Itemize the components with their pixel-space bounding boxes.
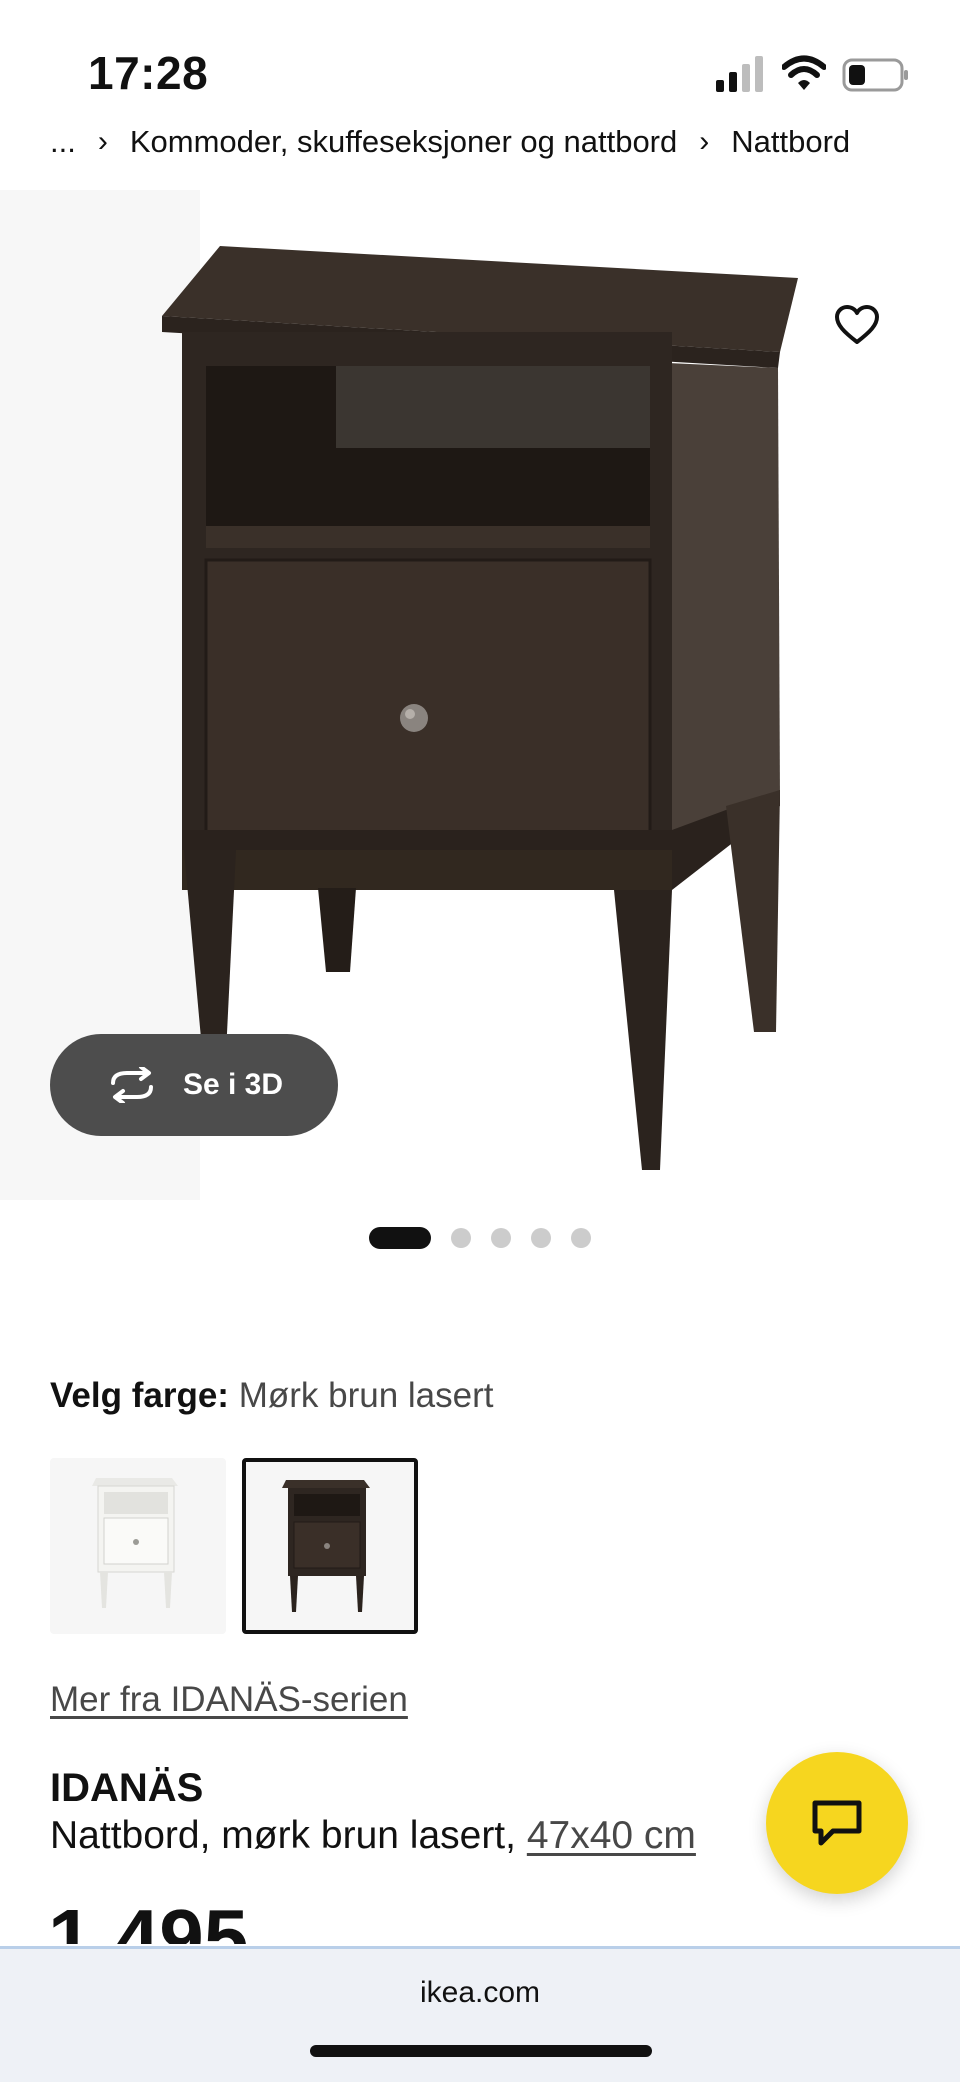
view-in-3d-label: Se i 3D: [182, 1068, 284, 1101]
product-name: IDANÄS: [50, 1766, 204, 1810]
color-select-value: Mørk brun lasert: [238, 1376, 494, 1415]
breadcrumb-ellipsis[interactable]: ...: [50, 124, 76, 160]
rotate-3d-icon: [110, 1067, 153, 1103]
series-link[interactable]: Mer fra IDANÄS-serien: [50, 1680, 408, 1720]
browser-address-bar[interactable]: [0, 1946, 960, 2082]
color-option-white[interactable]: [50, 1458, 226, 1634]
breadcrumb-item-category[interactable]: Kommoder, skuffeseksjoner og nattbord: [130, 124, 677, 160]
product-dimensions-link[interactable]: 47x40 cm: [527, 1814, 696, 1857]
color-option-dark-brown[interactable]: [242, 1458, 418, 1634]
breadcrumb: ... › Kommoder, skuffeseksjoner og nattb…: [50, 120, 920, 164]
chat-bubble-icon: [812, 1800, 862, 1846]
product-description-text: Nattbord, mørk brun lasert,: [50, 1814, 527, 1857]
chevron-right-icon: ›: [699, 125, 710, 158]
carousel-dot-5[interactable]: [571, 1228, 591, 1248]
wifi-icon: [782, 55, 826, 90]
home-indicator[interactable]: [310, 2045, 652, 2057]
product-description: Nattbord, mørk brun lasert, 47x40 cm: [50, 1814, 696, 1858]
carousel-dot-4[interactable]: [531, 1228, 551, 1248]
favorite-heart-button[interactable]: [822, 290, 892, 360]
color-select-heading: Velg farge: Mørk brun lasert: [50, 1376, 493, 1416]
chat-button[interactable]: [766, 1752, 908, 1894]
carousel-dot-3[interactable]: [491, 1228, 511, 1248]
carousel-dot-1[interactable]: [369, 1227, 431, 1249]
image-carousel-dots: [0, 1227, 960, 1249]
white-nightstand-thumbnail: [92, 1478, 178, 1608]
color-select-label: Velg farge:: [50, 1376, 229, 1415]
carousel-dot-2[interactable]: [451, 1228, 471, 1248]
breadcrumb-item-current[interactable]: Nattbord: [731, 124, 850, 160]
heart-icon: [835, 305, 879, 344]
chevron-right-icon: ›: [97, 125, 108, 158]
product-price: 1 495: [48, 1898, 249, 1944]
cellular-signal-icon: [716, 56, 763, 92]
battery-icon: [842, 58, 908, 92]
status-time: 17:28: [88, 47, 209, 99]
browser-url[interactable]: ikea.com: [0, 1976, 960, 2010]
view-in-3d-button[interactable]: Se i 3D: [50, 1034, 338, 1136]
dark-brown-nightstand-thumbnail: [282, 1480, 370, 1612]
